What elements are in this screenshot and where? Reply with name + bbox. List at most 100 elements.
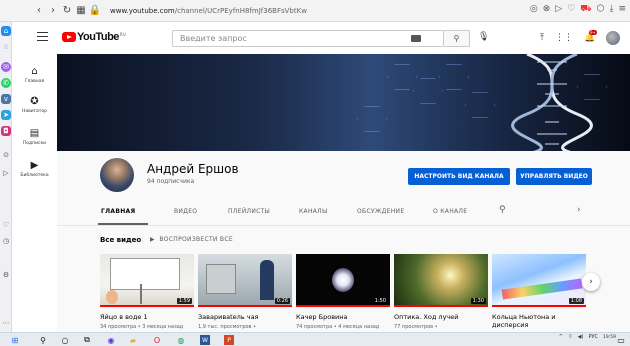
- tabs-grid-icon[interactable]: ▦: [74, 4, 88, 18]
- app-icon[interactable]: ◉: [106, 335, 116, 345]
- glowing-bulb-graphic: [332, 268, 354, 292]
- customize-channel-button[interactable]: НАСТРОИТЬ ВИД КАНАЛА: [408, 168, 510, 185]
- heart-icon[interactable]: ♡: [1, 220, 11, 230]
- task-view-icon[interactable]: ⧉: [82, 335, 92, 345]
- video-thumbnail[interactable]: 1:30: [394, 254, 488, 307]
- keyboard-icon[interactable]: [411, 35, 421, 42]
- chrome-icon[interactable]: ◍: [176, 335, 186, 345]
- forward-icon[interactable]: ›: [46, 4, 60, 18]
- video-duration: 0:26: [274, 298, 290, 304]
- guide-item-label: Главная: [24, 79, 45, 84]
- history-icon[interactable]: ◷: [1, 236, 11, 246]
- manage-videos-button[interactable]: УПРАВЛЯТЬ ВИДЕО: [516, 168, 592, 185]
- microphone-icon[interactable]: 🎙: [478, 32, 489, 42]
- address-bar[interactable]: www.youtube.com/channel/UCrPEyfnH8fmJf36…: [110, 7, 307, 15]
- word-icon[interactable]: W: [200, 335, 210, 345]
- channel-search-icon[interactable]: ⚲: [499, 205, 506, 215]
- dna-helix-graphic: [511, 54, 593, 151]
- cube-icon[interactable]: ⬡: [597, 4, 605, 15]
- guide-item-subscriptions[interactable]: ▤ Подписки: [12, 128, 57, 146]
- download-icon[interactable]: ⤓: [609, 4, 613, 15]
- opera-icon[interactable]: O: [152, 335, 162, 345]
- channel-avatar[interactable]: [100, 158, 134, 192]
- video-thumbnail[interactable]: 1:59: [100, 254, 194, 307]
- person-graphic: [260, 260, 274, 300]
- banner-hexagon: [387, 64, 417, 90]
- guide-item-label: Библиотека: [20, 173, 49, 178]
- guide-item-label: Подписки: [22, 141, 47, 146]
- account-avatar[interactable]: [606, 31, 621, 45]
- guide-item-label: Навигатор: [21, 109, 48, 114]
- shelf-title[interactable]: Все видео: [100, 236, 141, 244]
- banner-hexagon: [413, 78, 443, 104]
- more-icon[interactable]: ⋯: [1, 318, 11, 328]
- compass-icon: ✪: [30, 96, 39, 107]
- vk-icon[interactable]: v: [1, 94, 11, 104]
- volume-icon[interactable]: ◀): [578, 334, 584, 340]
- home-icon: ⌂: [31, 66, 38, 77]
- video-title[interactable]: Оптика. Ход лучей: [394, 313, 458, 321]
- player-icon[interactable]: ⊙: [1, 150, 11, 160]
- tray-arrow-icon[interactable]: ^: [559, 334, 563, 340]
- video-title[interactable]: Качер Бровина: [296, 313, 347, 321]
- tab-home[interactable]: ГЛАВНАЯ: [101, 208, 135, 215]
- video-title[interactable]: Заваривatель чая: [198, 313, 258, 321]
- messenger-icon[interactable]: ✉: [1, 62, 11, 72]
- windows-start-icon[interactable]: ⊞: [10, 335, 20, 345]
- banner-hexagon: [357, 106, 387, 132]
- back-icon[interactable]: ‹: [32, 4, 46, 18]
- video-thumbnail[interactable]: 1:08: [492, 254, 586, 307]
- network-icon[interactable]: ⌔: [568, 334, 573, 340]
- input-language[interactable]: РУС: [588, 334, 598, 340]
- tab-discussion[interactable]: ОБСУЖДЕНИЕ: [357, 208, 404, 215]
- file-explorer-icon[interactable]: ▰: [128, 335, 138, 345]
- reload-icon[interactable]: ↻: [60, 4, 74, 18]
- tabs-next-arrow-icon[interactable]: ›: [577, 205, 581, 215]
- watch-progress-bar: [100, 305, 194, 307]
- upload-icon[interactable]: ⤒: [540, 33, 544, 43]
- clock-time[interactable]: 19:59: [603, 335, 616, 340]
- youtube-logo[interactable]: YouTube RU: [62, 31, 126, 43]
- guide-item-library[interactable]: ▶ Библиотека: [12, 160, 57, 178]
- notifications-icon[interactable]: ▭: [616, 335, 626, 345]
- menu-icon[interactable]: ≡: [618, 4, 626, 15]
- tab-about[interactable]: О КАНАЛЕ: [433, 208, 467, 215]
- notifications-bell-icon[interactable]: 🔔 9+: [584, 30, 597, 43]
- video-thumbnail[interactable]: 0:26: [198, 254, 292, 307]
- subscriptions-icon: ▤: [29, 128, 40, 139]
- apps-grid-icon[interactable]: ⋮⋮: [555, 33, 573, 43]
- active-tab-indicator: [98, 223, 148, 225]
- extensions-icon[interactable]: ⚙: [1, 270, 11, 280]
- camera-icon[interactable]: ◎: [530, 4, 538, 15]
- shelf-next-arrow-button[interactable]: ›: [582, 273, 600, 291]
- tab-playlists[interactable]: ПЛЕЙЛИСТЫ: [228, 208, 270, 215]
- send-icon[interactable]: ▷: [1, 168, 11, 178]
- chevron-right-icon: ›: [589, 277, 593, 287]
- cart-icon[interactable]: ⛟: [580, 4, 591, 15]
- video-title[interactable]: Яйцо в воде 1: [100, 313, 148, 321]
- guide-item-home[interactable]: ⌂ Главная: [12, 66, 57, 84]
- video-duration: 1:59: [176, 298, 192, 304]
- cortana-icon[interactable]: ○: [60, 335, 70, 345]
- video-title[interactable]: Кольца Ньютона и дисперсия: [492, 313, 572, 329]
- hamburger-menu-icon[interactable]: [37, 32, 48, 41]
- home-icon[interactable]: ⌂: [1, 26, 11, 36]
- tab-videos[interactable]: ВИДЕО: [174, 208, 197, 215]
- search-button[interactable]: ⚲: [444, 30, 470, 47]
- telegram-icon[interactable]: ➤: [1, 110, 11, 120]
- guide-item-explore[interactable]: ✪ Навигатор: [12, 96, 57, 114]
- star-icon[interactable]: ☆: [1, 42, 11, 52]
- video-thumbnail[interactable]: 1:50: [296, 254, 390, 307]
- search-input[interactable]: Введите запрос: [172, 30, 444, 47]
- search-placeholder: Введите запрос: [180, 34, 247, 43]
- instagram-icon[interactable]: ◘: [1, 126, 11, 136]
- send-icon[interactable]: ▷: [555, 4, 562, 15]
- stand-graphic: [140, 284, 142, 304]
- block-icon[interactable]: ⊗: [543, 4, 551, 15]
- play-all-button[interactable]: ▶ ВОСПРОИЗВЕСТИ ВСЕ: [150, 236, 233, 243]
- heart-icon[interactable]: ♡: [567, 4, 575, 15]
- tab-channels[interactable]: КАНАЛЫ: [299, 208, 328, 215]
- search-icon[interactable]: ⚲: [38, 335, 48, 345]
- whatsapp-icon[interactable]: ✆: [1, 78, 11, 88]
- powerpoint-icon[interactable]: P: [224, 335, 234, 345]
